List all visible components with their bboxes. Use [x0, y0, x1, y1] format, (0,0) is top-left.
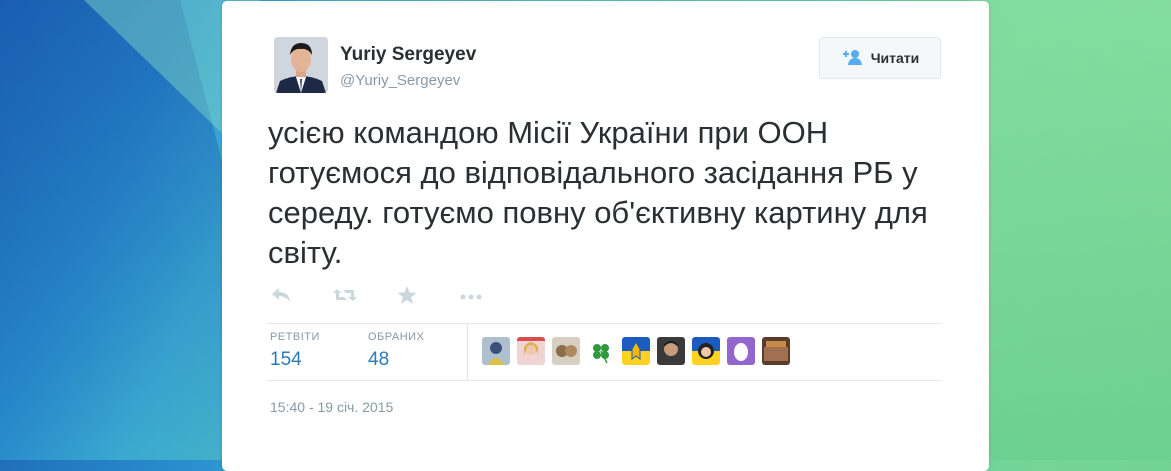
user-avatar[interactable] — [622, 337, 650, 365]
user-avatar[interactable] — [692, 337, 720, 365]
author-avatar[interactable] — [274, 37, 328, 93]
user-avatar[interactable] — [482, 337, 510, 365]
divider — [467, 323, 468, 380]
tweet-actions — [270, 285, 570, 311]
author-name[interactable]: Yuriy Sergeyev — [340, 44, 476, 66]
follow-label: Читати — [870, 50, 920, 66]
clover-icon[interactable] — [587, 337, 615, 365]
author-handle[interactable]: @Yuriy_Sergeyev — [340, 72, 460, 89]
tweet-timestamp[interactable]: 15:40 - 19 січ. 2015 — [270, 399, 393, 415]
user-avatar[interactable] — [762, 337, 790, 365]
favorites-count: 48 — [368, 349, 390, 370]
reply-icon[interactable] — [270, 285, 292, 310]
tweet-card: Yuriy Sergeyev @Yuriy_Sergeyev Читати ус… — [222, 1, 989, 471]
follow-button[interactable]: Читати — [819, 37, 941, 79]
divider — [268, 380, 941, 381]
follow-person-icon — [841, 49, 863, 68]
retweets-label: РЕТВІТИ — [270, 331, 320, 343]
tweet-stats: РЕТВІТИ 154 ОБРАНИХ 48 — [268, 323, 941, 380]
retweets-stat[interactable]: РЕТВІТИ 154 — [270, 331, 320, 371]
retweet-icon[interactable] — [332, 285, 358, 310]
favorites-label: ОБРАНИХ — [368, 331, 425, 343]
more-icon[interactable] — [458, 285, 484, 310]
favoriters-avatars — [482, 337, 790, 365]
favorite-icon[interactable] — [396, 285, 418, 310]
user-avatar[interactable] — [727, 337, 755, 365]
tweet-text: усією командою Місії України при ООН гот… — [268, 115, 928, 270]
favorites-stat[interactable]: ОБРАНИХ 48 — [368, 331, 424, 371]
user-avatar[interactable] — [517, 337, 545, 365]
retweets-count: 154 — [270, 349, 302, 370]
user-avatar[interactable] — [657, 337, 685, 365]
user-avatar[interactable] — [552, 337, 580, 365]
background-shape — [971, 0, 1171, 460]
